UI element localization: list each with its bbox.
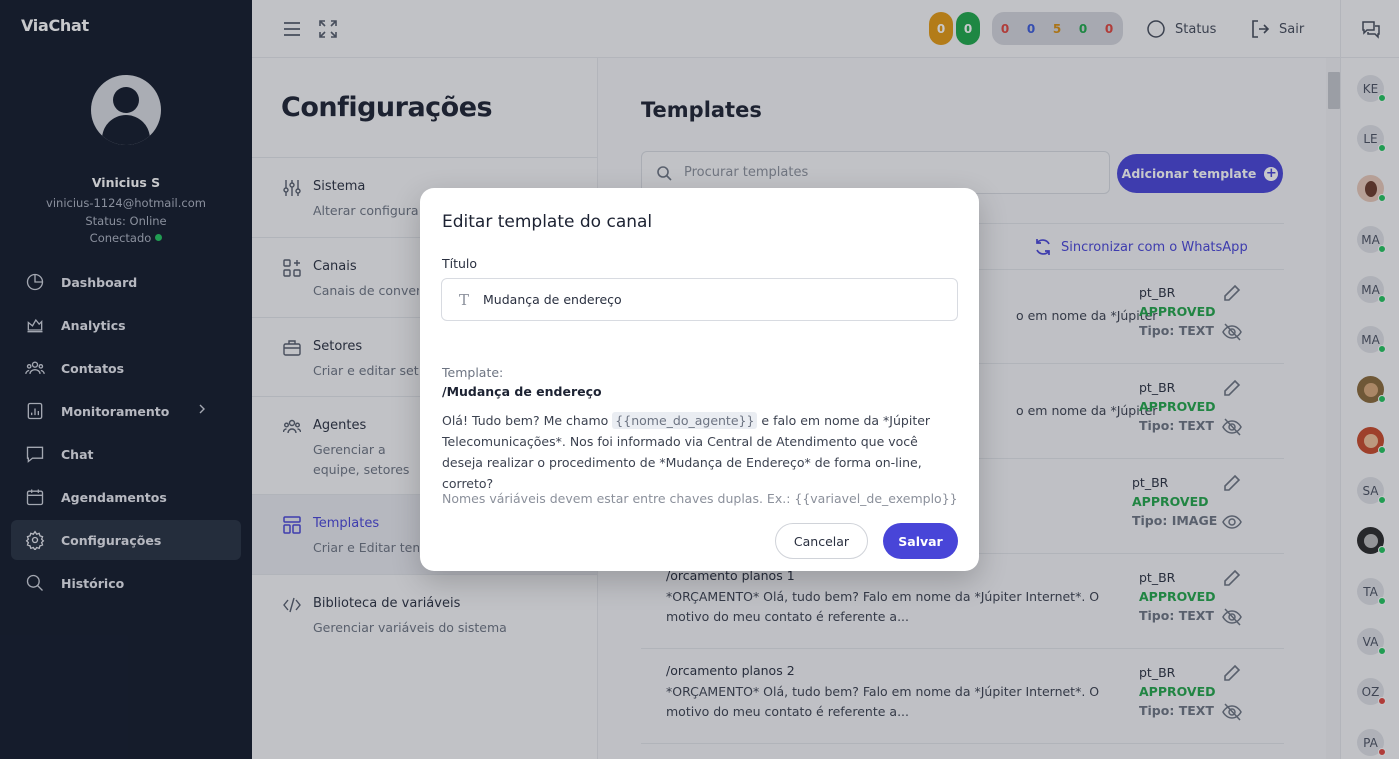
title-field-label: Título	[442, 256, 478, 271]
save-button[interactable]: Salvar	[883, 523, 958, 559]
cancel-button[interactable]: Cancelar	[775, 523, 868, 559]
text-icon: T	[459, 290, 470, 309]
edit-template-dialog: Editar template do canal Título T Mudanç…	[420, 188, 979, 571]
variables-hint: Nomes váriáveis devem estar entre chaves…	[442, 491, 958, 506]
title-field-value: Mudança de endereço	[483, 292, 622, 307]
variable-chip: {{nome_do_agente}}	[612, 412, 758, 429]
template-label: Template:	[442, 365, 504, 380]
template-name: /Mudança de endereço	[442, 384, 602, 399]
title-field[interactable]: T Mudança de endereço	[441, 278, 958, 321]
dialog-title: Editar template do canal	[442, 212, 653, 232]
template-body-preview: Olá! Tudo bem? Me chamo {{nome_do_agente…	[442, 412, 931, 491]
